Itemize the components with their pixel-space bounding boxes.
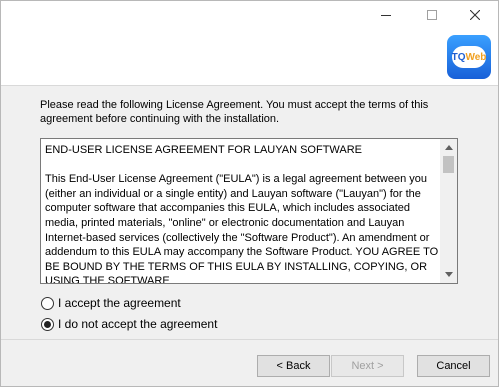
scroll-down-arrow[interactable] [440,266,457,283]
close-button[interactable] [452,1,497,29]
minimize-button[interactable] [363,1,408,29]
logo-cloud: TQ Web [452,46,486,68]
tqweb-logo: TQ Web [447,35,491,79]
back-button[interactable]: < Back [257,355,330,377]
maximize-button[interactable] [409,1,454,29]
scroll-thumb[interactable] [443,156,454,173]
accept-option[interactable]: I accept the agreement [41,296,181,310]
eula-content: END-USER LICENSE AGREEMENT FOR LAUYAN SO… [45,143,439,284]
logo-text-web: Web [465,51,487,63]
minimize-icon [380,15,391,16]
decline-radio[interactable] [41,317,54,331]
accept-radio[interactable] [41,296,54,310]
eula-textbox[interactable]: END-USER LICENSE AGREEMENT FOR LAUYAN SO… [40,138,458,284]
header-panel: TQ Web [1,1,498,86]
decline-option[interactable]: I do not accept the agreement [41,317,217,331]
close-icon [469,10,480,20]
accept-label[interactable]: I accept the agreement [58,296,181,310]
eula-body: This End-User License Agreement ("EULA")… [45,173,439,284]
chevron-up-icon [444,145,453,150]
radio-selected-dot [44,320,51,328]
maximize-icon [426,10,437,20]
footer-divider [1,339,498,340]
logo-text-tq: TQ [451,51,466,63]
installer-window: TQ Web Please read the following License … [0,0,499,387]
decline-label[interactable]: I do not accept the agreement [58,317,217,331]
eula-scrollbar[interactable] [440,139,457,283]
next-button[interactable]: Next > [331,355,404,377]
scroll-up-arrow[interactable] [440,139,457,156]
cancel-button[interactable]: Cancel [417,355,490,377]
eula-heading: END-USER LICENSE AGREEMENT FOR LAUYAN SO… [45,144,363,156]
intro-text: Please read the following License Agreem… [40,99,429,125]
chevron-down-icon [444,272,453,277]
